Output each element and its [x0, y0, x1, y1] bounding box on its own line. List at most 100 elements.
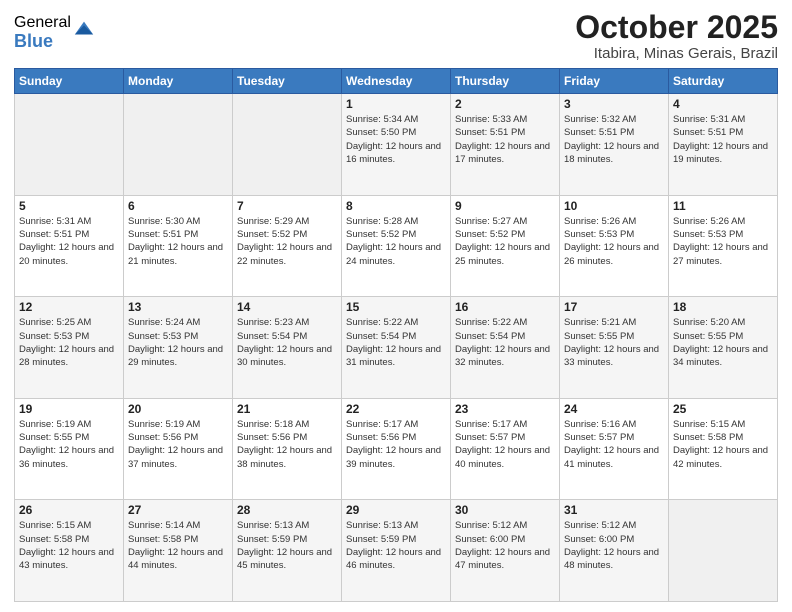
calendar-cell: 27 Sunrise: 5:14 AM Sunset: 5:58 PM Dayli…: [124, 500, 233, 602]
calendar-cell: 5 Sunrise: 5:31 AM Sunset: 5:51 PM Daylig…: [15, 195, 124, 297]
month-title: October 2025: [575, 10, 778, 45]
title-block: October 2025 Itabira, Minas Gerais, Braz…: [575, 10, 778, 62]
calendar-cell: 25Sunrise: 5:15 AM Sunset: 5:58 PM Dayli…: [669, 398, 778, 500]
page: General Blue October 2025 Itabira, Minas…: [0, 0, 792, 612]
day-number: 12: [19, 300, 119, 314]
calendar-cell: 23 Sunrise: 5:17 AM Sunset: 5:57 PM Dayli…: [451, 398, 560, 500]
day-info: Sunrise: 5:23 AM Sunset: 5:54 PM Dayligh…: [237, 316, 337, 369]
day-info: Sunrise: 5:25 AM Sunset: 5:53 PM Dayligh…: [19, 316, 119, 369]
calendar-cell: 4 Sunrise: 5:31 AM Sunset: 5:51 PM Daylig…: [669, 94, 778, 196]
header-tuesday: Tuesday: [233, 69, 342, 94]
day-info: Sunrise: 5:26 AM Sunset: 5:53 PM Dayligh…: [564, 215, 664, 268]
header-saturday: Saturday: [669, 69, 778, 94]
day-number: 30: [455, 503, 555, 517]
day-info: Sunrise: 5:29 AM Sunset: 5:52 PM Dayligh…: [237, 215, 337, 268]
calendar-cell: 24 Sunrise: 5:16 AM Sunset: 5:57 PM Dayli…: [560, 398, 669, 500]
day-info: Sunrise: 5:31 AM Sunset: 5:51 PM Dayligh…: [673, 113, 773, 166]
day-info: Sunrise: 5:27 AM Sunset: 5:52 PM Dayligh…: [455, 215, 555, 268]
day-number: 14: [237, 300, 337, 314]
calendar-cell: 22 Sunrise: 5:17 AM Sunset: 5:56 PM Dayli…: [342, 398, 451, 500]
day-number: 26: [19, 503, 119, 517]
calendar-cell: 7 Sunrise: 5:29 AM Sunset: 5:52 PM Daylig…: [233, 195, 342, 297]
day-info: Sunrise: 5:26 AM Sunset: 5:53 PM Dayligh…: [673, 215, 773, 268]
day-info: Sunrise: 5:17 AM Sunset: 5:57 PM Dayligh…: [455, 418, 555, 471]
day-info: Sunrise: 5:18 AM Sunset: 5:56 PM Dayligh…: [237, 418, 337, 471]
logo-text: General Blue: [14, 14, 71, 51]
calendar-week-5: 26 Sunrise: 5:15 AM Sunset: 5:58 PM Dayli…: [15, 500, 778, 602]
day-info: Sunrise: 5:13 AM Sunset: 5:59 PM Dayligh…: [237, 519, 337, 572]
day-number: 29: [346, 503, 446, 517]
calendar-cell: 9 Sunrise: 5:27 AM Sunset: 5:52 PM Daylig…: [451, 195, 560, 297]
calendar-cell: 17 Sunrise: 5:21 AM Sunset: 5:55 PM Dayli…: [560, 297, 669, 399]
calendar-cell: 3Sunrise: 5:32 AM Sunset: 5:51 PM Daylig…: [560, 94, 669, 196]
logo-blue: Blue: [14, 32, 71, 52]
calendar-cell: 29 Sunrise: 5:13 AM Sunset: 5:59 PM Dayli…: [342, 500, 451, 602]
logo-icon: [73, 18, 95, 40]
day-number: 31: [564, 503, 664, 517]
day-number: 10: [564, 199, 664, 213]
day-number: 3: [564, 97, 664, 111]
day-info: Sunrise: 5:15 AM Sunset: 5:58 PM Dayligh…: [673, 418, 773, 471]
calendar-cell: 2Sunrise: 5:33 AM Sunset: 5:51 PM Daylig…: [451, 94, 560, 196]
day-number: 20: [128, 402, 228, 416]
calendar-cell: 1 Sunrise: 5:34 AM Sunset: 5:50 PM Daylig…: [342, 94, 451, 196]
day-info: Sunrise: 5:19 AM Sunset: 5:56 PM Dayligh…: [128, 418, 228, 471]
calendar-cell: 31 Sunrise: 5:12 AM Sunset: 6:00 PM Dayli…: [560, 500, 669, 602]
day-number: 18: [673, 300, 773, 314]
day-number: 7: [237, 199, 337, 213]
day-number: 2: [455, 97, 555, 111]
calendar-cell: 21 Sunrise: 5:18 AM Sunset: 5:56 PM Dayli…: [233, 398, 342, 500]
day-info: Sunrise: 5:19 AM Sunset: 5:55 PM Dayligh…: [19, 418, 119, 471]
day-info: Sunrise: 5:13 AM Sunset: 5:59 PM Dayligh…: [346, 519, 446, 572]
day-info: Sunrise: 5:17 AM Sunset: 5:56 PM Dayligh…: [346, 418, 446, 471]
day-number: 21: [237, 402, 337, 416]
day-number: 23: [455, 402, 555, 416]
calendar-table: Sunday Monday Tuesday Wednesday Thursday…: [14, 68, 778, 602]
day-number: 4: [673, 97, 773, 111]
calendar-cell: 15 Sunrise: 5:22 AM Sunset: 5:54 PM Dayli…: [342, 297, 451, 399]
day-info: Sunrise: 5:31 AM Sunset: 5:51 PM Dayligh…: [19, 215, 119, 268]
day-info: Sunrise: 5:21 AM Sunset: 5:55 PM Dayligh…: [564, 316, 664, 369]
calendar-header-row: Sunday Monday Tuesday Wednesday Thursday…: [15, 69, 778, 94]
calendar-cell: 26 Sunrise: 5:15 AM Sunset: 5:58 PM Dayli…: [15, 500, 124, 602]
day-number: 28: [237, 503, 337, 517]
day-number: 11: [673, 199, 773, 213]
calendar-cell: 19 Sunrise: 5:19 AM Sunset: 5:55 PM Dayli…: [15, 398, 124, 500]
day-info: Sunrise: 5:15 AM Sunset: 5:58 PM Dayligh…: [19, 519, 119, 572]
header-monday: Monday: [124, 69, 233, 94]
calendar-cell: [233, 94, 342, 196]
day-number: 5: [19, 199, 119, 213]
calendar-cell: 8Sunrise: 5:28 AM Sunset: 5:52 PM Daylig…: [342, 195, 451, 297]
day-number: 27: [128, 503, 228, 517]
day-info: Sunrise: 5:22 AM Sunset: 5:54 PM Dayligh…: [346, 316, 446, 369]
day-info: Sunrise: 5:30 AM Sunset: 5:51 PM Dayligh…: [128, 215, 228, 268]
calendar-cell: 12 Sunrise: 5:25 AM Sunset: 5:53 PM Dayli…: [15, 297, 124, 399]
day-info: Sunrise: 5:34 AM Sunset: 5:50 PM Dayligh…: [346, 113, 446, 166]
day-number: 19: [19, 402, 119, 416]
logo: General Blue: [14, 14, 95, 51]
day-number: 17: [564, 300, 664, 314]
calendar-week-2: 5 Sunrise: 5:31 AM Sunset: 5:51 PM Daylig…: [15, 195, 778, 297]
day-number: 6: [128, 199, 228, 213]
day-number: 24: [564, 402, 664, 416]
header-friday: Friday: [560, 69, 669, 94]
day-info: Sunrise: 5:24 AM Sunset: 5:53 PM Dayligh…: [128, 316, 228, 369]
day-info: Sunrise: 5:20 AM Sunset: 5:55 PM Dayligh…: [673, 316, 773, 369]
header: General Blue October 2025 Itabira, Minas…: [14, 10, 778, 62]
day-number: 22: [346, 402, 446, 416]
day-number: 1: [346, 97, 446, 111]
day-number: 8: [346, 199, 446, 213]
day-number: 9: [455, 199, 555, 213]
calendar-cell: 20 Sunrise: 5:19 AM Sunset: 5:56 PM Dayli…: [124, 398, 233, 500]
day-number: 15: [346, 300, 446, 314]
calendar-cell: 14 Sunrise: 5:23 AM Sunset: 5:54 PM Dayli…: [233, 297, 342, 399]
calendar-week-3: 12 Sunrise: 5:25 AM Sunset: 5:53 PM Dayli…: [15, 297, 778, 399]
day-info: Sunrise: 5:16 AM Sunset: 5:57 PM Dayligh…: [564, 418, 664, 471]
day-info: Sunrise: 5:12 AM Sunset: 6:00 PM Dayligh…: [564, 519, 664, 572]
day-number: 16: [455, 300, 555, 314]
calendar-week-4: 19 Sunrise: 5:19 AM Sunset: 5:55 PM Dayli…: [15, 398, 778, 500]
calendar-cell: [669, 500, 778, 602]
day-info: Sunrise: 5:12 AM Sunset: 6:00 PM Dayligh…: [455, 519, 555, 572]
logo-general: General: [14, 14, 71, 32]
day-info: Sunrise: 5:14 AM Sunset: 5:58 PM Dayligh…: [128, 519, 228, 572]
